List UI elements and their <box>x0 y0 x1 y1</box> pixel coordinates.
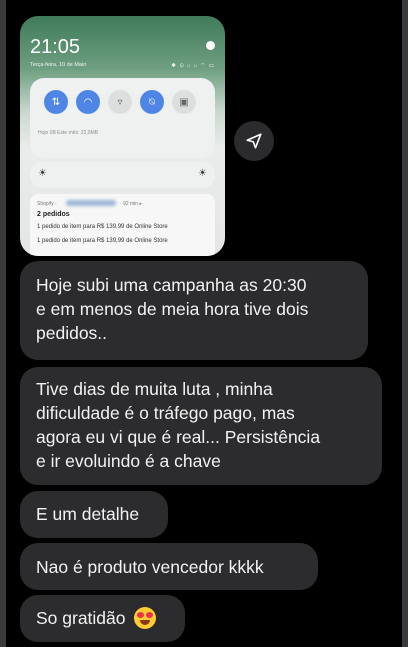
forward-button[interactable] <box>234 121 274 161</box>
quick-settings-panel: ⇅ ◠ ▿ ⍉ ▣ Hoje 0B Este mês: 22,0MB <box>30 78 215 158</box>
notification-app: Shopify · <box>37 201 57 207</box>
shopify-notification: Shopify · · 92 min ▸ 2 pedidos 1 pedido … <box>30 194 215 256</box>
message-text: So gratidão <box>36 608 126 628</box>
message-line: e ir evoluindo é a chave <box>36 451 221 471</box>
heart-eyes-emoji-icon <box>134 607 157 629</box>
notification-line: 1 pedido de item para R$ 139,99 de Onlin… <box>37 224 168 230</box>
notification-line: 1 pedido de item para R$ 139,99 de Onlin… <box>37 238 168 244</box>
message-line: Hoje subi uma campanha as 20:30 <box>36 275 307 295</box>
mute-toggle-icon: ⍉ <box>140 90 164 114</box>
data-toggle-icon: ⇅ <box>44 90 68 114</box>
message-bubble[interactable]: E um detalhe <box>20 491 168 538</box>
screenshot-date: Terça-feira, 10 de Maio <box>30 62 87 68</box>
brightness-low-icon: ☀ <box>38 168 47 179</box>
screenshot-time: 21:05 <box>30 36 81 58</box>
message-bubble[interactable]: Hoje subi uma campanha as 20:30 e em men… <box>20 261 368 360</box>
forward-icon <box>246 133 262 149</box>
message-bubble[interactable]: Tive dias de muita luta , minha dificuld… <box>20 367 382 485</box>
right-border <box>402 0 408 647</box>
message-bubble[interactable]: So gratidão <box>20 595 185 642</box>
notification-time: · 92 min ▸ <box>120 201 142 207</box>
message-text: Nao é produto vencedor kkkk <box>36 557 264 577</box>
wifi-toggle-icon: ◠ <box>76 90 100 114</box>
data-usage: Hoje 0B Este mês: 22,0MB <box>38 130 99 136</box>
message-line: e em menos de meia hora tive dois <box>36 299 309 319</box>
message-text: E um detalhe <box>36 504 140 524</box>
status-icons: ✱ ⊙ ᵢₗ ᵢₗ ⌔ ▭ <box>171 63 215 69</box>
flashlight-toggle-icon: ▿ <box>108 90 132 114</box>
message-line: dificuldade é o tráfego pago, mas <box>36 403 295 423</box>
message-line: pedidos.. <box>36 323 108 343</box>
notification-title: 2 pedidos <box>37 211 70 218</box>
brightness-slider: ☀ ☀ <box>30 162 215 188</box>
message-line: agora eu vi que é real... Persistência <box>36 427 321 447</box>
brightness-high-icon: ☀ <box>198 168 207 179</box>
screenshot-image-message[interactable]: 21:05 Terça-feira, 10 de Maio ✱ ⊙ ᵢₗ ᵢₗ … <box>20 16 225 256</box>
message-bubble[interactable]: Nao é produto vencedor kkkk <box>20 543 318 590</box>
screenshot-toggle-icon: ▣ <box>172 90 196 114</box>
redacted-store-name <box>66 200 116 206</box>
message-line: Tive dias de muita luta , minha <box>36 379 273 399</box>
gear-icon <box>206 41 215 50</box>
